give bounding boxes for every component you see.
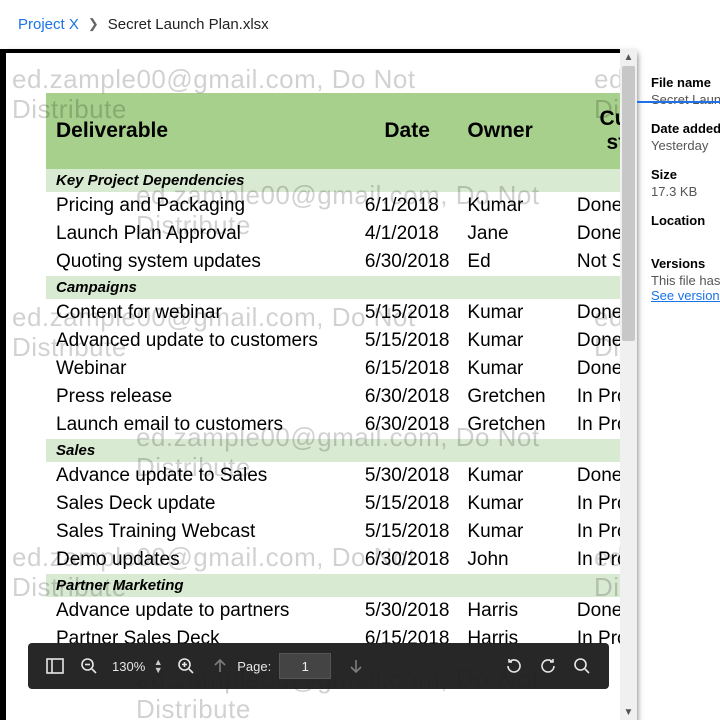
cell: Kumar	[457, 192, 566, 220]
date-added-label: Date added	[651, 121, 720, 136]
section-header: Key Project Dependencies	[46, 169, 637, 192]
table-row: Launch Plan Approval4/1/2018JaneDone	[46, 220, 637, 248]
cell: 5/30/2018	[355, 597, 458, 625]
cell: Demo updates	[46, 546, 355, 574]
cell: 4/1/2018	[355, 220, 458, 248]
cell: Kumar	[457, 299, 566, 327]
date-added-value: Yesterday	[651, 138, 720, 153]
table-row: Content for webinar5/15/2018KumarDone	[46, 299, 637, 327]
cell: Advance update to partners	[46, 597, 355, 625]
cell: Launch email to customers	[46, 411, 355, 439]
cell: 6/30/2018	[355, 383, 458, 411]
cell: Gretchen	[457, 411, 566, 439]
cell: Press release	[46, 383, 355, 411]
rotate-ccw-icon[interactable]	[531, 649, 565, 683]
zoom-stepper[interactable]: ▲▼	[151, 658, 165, 674]
table-row: Sales Training Webcast5/15/2018KumarIn P…	[46, 518, 637, 546]
cell: Sales Deck update	[46, 490, 355, 518]
cell: 5/15/2018	[355, 327, 458, 355]
scroll-up-icon[interactable]: ▲	[620, 49, 637, 66]
scroll-thumb[interactable]	[622, 66, 635, 341]
cell: John	[457, 546, 566, 574]
details-panel: File name Secret Launch Plan.xlsx Date a…	[637, 49, 720, 720]
section-header: Campaigns	[46, 276, 637, 299]
table-row: Advanced update to customers5/15/2018Kum…	[46, 327, 637, 355]
cell: 6/30/2018	[355, 248, 458, 276]
section-header: Partner Marketing	[46, 574, 637, 597]
cell: Ed	[457, 248, 566, 276]
size-value: 17.3 KB	[651, 184, 720, 199]
filename-label: File name	[651, 75, 720, 90]
cell: Gretchen	[457, 383, 566, 411]
cell: Quoting system updates	[46, 248, 355, 276]
see-versions-link[interactable]: See versions	[651, 288, 720, 303]
cell: Jane	[457, 220, 566, 248]
search-icon[interactable]	[565, 649, 599, 683]
cell: Content for webinar	[46, 299, 355, 327]
cell: 5/15/2018	[355, 490, 458, 518]
cell: Harris	[457, 597, 566, 625]
filename-value: Secret Launch Plan.xlsx	[651, 92, 720, 107]
sidebar-toggle-icon[interactable]	[38, 649, 72, 683]
cell: Webinar	[46, 355, 355, 383]
breadcrumb-parent[interactable]: Project X	[18, 16, 79, 33]
cell: 6/1/2018	[355, 192, 458, 220]
table-row: Sales Deck update5/15/2018KumarIn Progre…	[46, 490, 637, 518]
zoom-out-icon[interactable]	[72, 649, 106, 683]
document-viewer: ed.zample00@gmail.com, Do NotDistribute …	[0, 49, 637, 720]
col-date: Date	[355, 93, 458, 169]
cell: 6/30/2018	[355, 546, 458, 574]
cell: Pricing and Packaging	[46, 192, 355, 220]
table-row: Advance update to partners5/30/2018Harri…	[46, 597, 637, 625]
table-row: Advance update to Sales5/30/2018KumarDon…	[46, 462, 637, 490]
cell: 6/30/2018	[355, 411, 458, 439]
cell: Kumar	[457, 490, 566, 518]
zoom-in-icon[interactable]	[169, 649, 203, 683]
cell: 5/15/2018	[355, 299, 458, 327]
location-label: Location	[651, 213, 720, 228]
vertical-scrollbar[interactable]: ▲ ▼	[620, 49, 637, 720]
page-label: Page:	[237, 659, 271, 674]
page-sheet: ed.zample00@gmail.com, Do NotDistribute …	[6, 53, 637, 720]
cell: Kumar	[457, 518, 566, 546]
page-input[interactable]	[279, 653, 331, 679]
cell: Advance update to Sales	[46, 462, 355, 490]
cell: Kumar	[457, 327, 566, 355]
cell: 5/30/2018	[355, 462, 458, 490]
chevron-down-icon[interactable]: ▼	[151, 666, 165, 674]
breadcrumb-current: Secret Launch Plan.xlsx	[108, 16, 269, 33]
rotate-cw-icon[interactable]	[497, 649, 531, 683]
col-owner: Owner	[457, 93, 566, 169]
size-label: Size	[651, 167, 720, 182]
spreadsheet-table: Deliverable Date Owner Current status Ke…	[46, 93, 637, 653]
cell: Sales Training Webcast	[46, 518, 355, 546]
cell: Advanced update to customers	[46, 327, 355, 355]
table-row: Pricing and Packaging6/1/2018KumarDone	[46, 192, 637, 220]
scroll-down-icon[interactable]: ▼	[620, 704, 637, 720]
cell: Kumar	[457, 355, 566, 383]
table-row: Quoting system updates6/30/2018EdNot Sta…	[46, 248, 637, 276]
viewer-toolbar: 130% ▲▼ Page:	[28, 643, 609, 689]
table-row: Launch email to customers6/30/2018Gretch…	[46, 411, 637, 439]
section-header: Sales	[46, 439, 637, 462]
chevron-right-icon: ❯	[88, 16, 99, 32]
versions-text: This file has	[651, 273, 720, 288]
breadcrumb: Project X ❯ Secret Launch Plan.xlsx	[0, 0, 720, 49]
col-deliverable: Deliverable	[46, 93, 355, 169]
zoom-value: 130%	[112, 659, 145, 674]
table-row: Demo updates6/30/2018JohnIn Progress	[46, 546, 637, 574]
next-page-icon[interactable]	[339, 649, 373, 683]
table-row: Webinar6/15/2018KumarDone	[46, 355, 637, 383]
active-tab-underline	[637, 101, 720, 103]
prev-page-icon[interactable]	[203, 649, 237, 683]
cell: 5/15/2018	[355, 518, 458, 546]
cell: 6/15/2018	[355, 355, 458, 383]
cell: Kumar	[457, 462, 566, 490]
versions-label: Versions	[651, 256, 720, 271]
cell: Launch Plan Approval	[46, 220, 355, 248]
table-row: Press release6/30/2018GretchenIn Progres…	[46, 383, 637, 411]
